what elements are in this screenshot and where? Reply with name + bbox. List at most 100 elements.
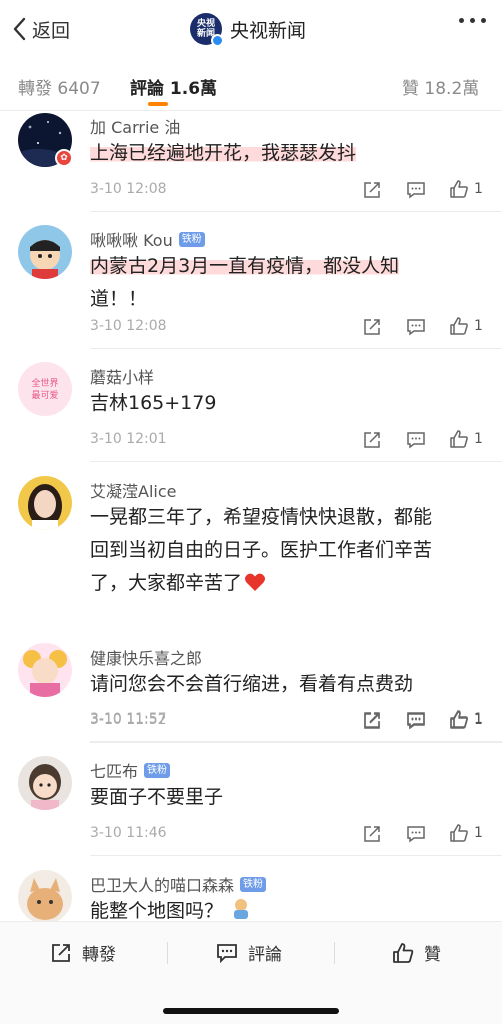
repost-button[interactable]: 轉發 [50, 940, 116, 965]
comment-line: 道！！ [90, 288, 148, 310]
like-count: 1 [474, 431, 483, 447]
separator [90, 461, 502, 462]
red-heart-icon [244, 573, 266, 591]
separator [90, 855, 502, 856]
more-options-icon[interactable] [459, 18, 486, 23]
like-icon [393, 942, 414, 963]
like-count: 1 [474, 825, 483, 841]
verified-badge-icon [211, 34, 224, 47]
comment-line: 上海已经遍地开花，我瑟瑟发抖 [90, 142, 357, 164]
home-indicator [163, 1008, 339, 1014]
comment-text: 能整个地图吗？ [90, 895, 480, 921]
share-icon[interactable] [362, 711, 382, 731]
divider [334, 942, 335, 964]
comment-text: 上海已经遍地开花，我瑟瑟发抖 [90, 137, 480, 170]
share-icon[interactable] [362, 317, 382, 337]
doge-emoji-icon [234, 899, 249, 919]
back-button[interactable]: 返回 [10, 14, 70, 44]
reply-icon[interactable] [406, 711, 426, 731]
comment-text: 要面子不要里子 [90, 781, 480, 814]
comment-text: 内蒙古2月3月一直有疫情，都没人知 道！！ [90, 250, 480, 316]
comment-label: 評論 [248, 945, 282, 965]
comment-text: 请问您会不会首行缩进，看着有点费劲 [90, 668, 480, 701]
repost-icon [52, 943, 70, 962]
name-row: 加 Carrie 油 [90, 114, 180, 138]
like-icon[interactable] [449, 823, 469, 843]
comment-time: 3-10 11:46 [90, 825, 167, 841]
like-button[interactable]: 贊 [392, 940, 441, 965]
like-icon[interactable] [449, 179, 469, 199]
commenter-name[interactable]: 蘑菇小样 [90, 364, 154, 388]
svg-text:最可爱: 最可爱 [31, 390, 58, 401]
avatar[interactable] [18, 225, 72, 279]
separator [90, 742, 502, 743]
name-row: 七匹布 铁粉 [90, 758, 171, 782]
repost-label: 轉發 [82, 945, 116, 965]
account-name: 央视新闻 [230, 19, 307, 42]
like-count: 1 [474, 712, 483, 728]
chevron-left-icon [13, 17, 26, 41]
reply-icon[interactable] [406, 180, 426, 200]
vip-badge-icon: ✿ [55, 149, 73, 167]
active-tab-indicator [148, 102, 168, 106]
top-bar: 返回 央视新闻 央视新闻 [0, 0, 502, 58]
commenter-name[interactable]: 巴卫大人的喵口森森 [90, 872, 234, 896]
separator [90, 211, 502, 212]
svg-text:全世界: 全世界 [31, 377, 58, 389]
like-icon[interactable] [449, 429, 469, 449]
comment-time: 3-10 12:08 [90, 181, 167, 197]
bottom-action-bar: 轉發 評論 贊 [0, 921, 502, 1024]
commenter-name[interactable]: 啾啾啾 Kou [90, 227, 173, 251]
avatar[interactable] [18, 643, 72, 697]
cctv-news-logo: 央视新闻 [190, 13, 224, 47]
comment-text: 一晃都三年了，希望疫情快快退散，都能 回到当初自由的日子。医护工作者们辛苦 了，… [90, 501, 480, 600]
reply-icon[interactable] [406, 824, 426, 844]
reply-icon[interactable] [406, 430, 426, 450]
comment-line: 吉林165+179 [90, 392, 217, 414]
comment-line: 要面子不要里子 [90, 786, 224, 808]
commenter-name[interactable]: 健康快乐喜之郎 [90, 645, 202, 669]
commenter-name[interactable]: 艾凝滢Alice [90, 478, 176, 502]
share-icon[interactable] [362, 824, 382, 844]
name-row: 啾啾啾 Kou 铁粉 [90, 227, 205, 251]
tab-reposts[interactable]: 轉發 6407 [18, 74, 101, 99]
reply-icon[interactable] [406, 317, 426, 337]
like-icon[interactable] [449, 710, 469, 730]
fan-badge: 铁粉 [144, 762, 171, 778]
divider [167, 942, 168, 964]
account-header[interactable]: 央视新闻 央视新闻 [190, 12, 307, 47]
name-row: 健康快乐喜之郎 [90, 645, 202, 669]
avatar[interactable]: 全世界 最可爱 [18, 362, 72, 416]
name-row: 巴卫大人的喵口森森 铁粉 [90, 872, 267, 896]
avatar[interactable] [18, 756, 72, 810]
like-count: 1 [474, 318, 483, 334]
comment-list[interactable]: ✿ 加 Carrie 油 上海已经遍地开花，我瑟瑟发抖 3-10 12:08 1… [0, 111, 502, 921]
fan-badge: 铁粉 [178, 231, 205, 247]
comment-line: 内蒙古2月3月一直有疫情，都没人知 [90, 255, 400, 277]
comment-button[interactable]: 評論 [216, 940, 282, 965]
comment-icon [217, 943, 237, 963]
avatar[interactable] [18, 476, 72, 530]
fan-badge: 铁粉 [240, 876, 267, 892]
separator [90, 348, 502, 349]
commenter-name[interactable]: 加 Carrie 油 [90, 114, 180, 138]
name-row: 艾凝滢Alice [90, 478, 176, 502]
commenter-name[interactable]: 七匹布 [90, 758, 138, 782]
comment-line: 一晃都三年了，希望疫情快快退散，都能 [90, 506, 433, 528]
tab-likes[interactable]: 贊 18.2萬 [402, 74, 479, 99]
like-icon[interactable] [449, 316, 469, 336]
comment-line: 能整个地图吗？ [90, 900, 224, 921]
share-icon[interactable] [362, 180, 382, 200]
comment-text: 吉林165+179 [90, 387, 480, 420]
comment-line: 了，大家都辛苦了 [90, 572, 243, 594]
share-icon[interactable] [362, 430, 382, 450]
comment-line: 回到当初自由的日子。医护工作者们辛苦 [90, 539, 433, 561]
like-label: 贊 [424, 945, 441, 965]
name-row: 蘑菇小样 [90, 364, 154, 388]
comment-time: 3-10 11:52 [90, 712, 167, 728]
comment-time: 3-10 12:08 [90, 318, 167, 334]
tab-bar: 轉發 6407 評論 1.6萬 贊 18.2萬 [0, 62, 502, 110]
avatar[interactable] [18, 870, 72, 921]
like-count: 1 [474, 181, 483, 197]
tab-comments[interactable]: 評論 1.6萬 [130, 74, 217, 99]
